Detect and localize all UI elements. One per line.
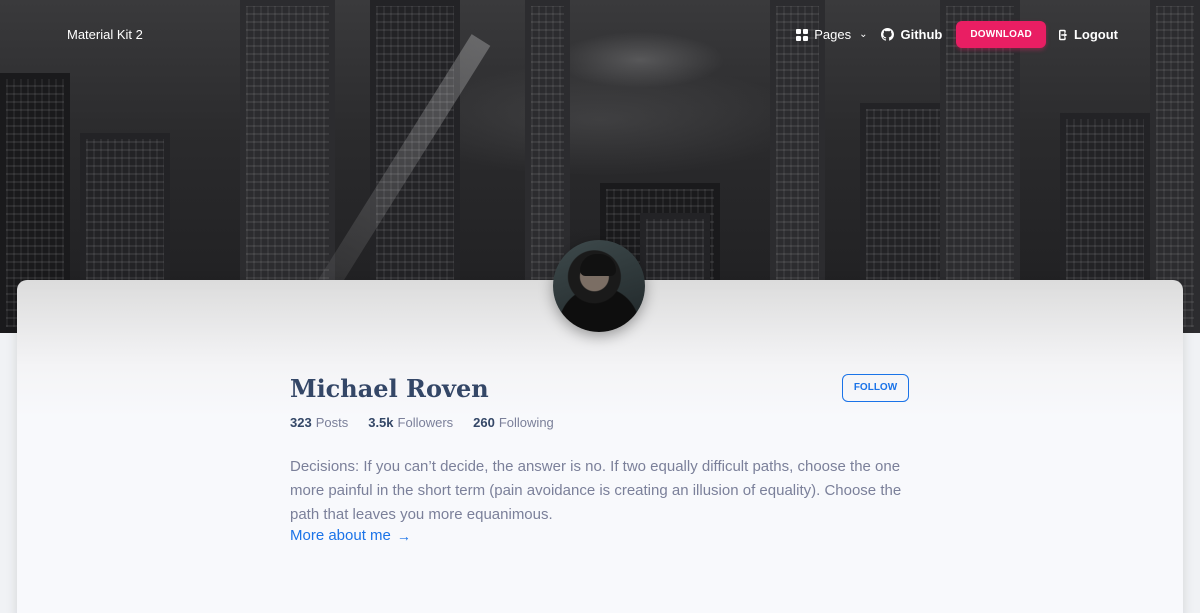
chevron-down-icon: ⌄ (859, 29, 868, 40)
profile-stats: 323 Posts 3.5k Followers 260 Following (290, 415, 574, 430)
stat-value: 323 (290, 415, 312, 430)
profile-bio: Decisions: If you can’t decide, the answ… (290, 458, 902, 523)
stat-label: Posts (315, 415, 349, 430)
stat-value: 3.5k (368, 415, 394, 430)
download-button[interactable]: DOWNLOAD (956, 21, 1046, 48)
follow-button[interactable]: FOLLOW (842, 374, 909, 402)
stat-following: 260 Following (473, 415, 554, 430)
stat-label: Following (498, 415, 554, 430)
avatar (553, 240, 645, 332)
pages-dropdown[interactable]: Pages ⌄ (796, 27, 867, 42)
github-label: Github (900, 27, 943, 42)
grid-icon (796, 28, 809, 41)
brand-link[interactable]: Material Kit 2 (67, 27, 143, 42)
stat-posts: 323 Posts (290, 415, 348, 430)
stat-value: 260 (473, 415, 495, 430)
github-icon (881, 28, 895, 41)
more-about-me-label: More about me (290, 527, 391, 544)
profile-name: Michael Roven (290, 374, 489, 403)
stat-label: Followers (397, 415, 454, 430)
stat-followers: 3.5k Followers (368, 415, 453, 430)
github-link[interactable]: Github (881, 27, 942, 42)
logout-icon (1058, 29, 1068, 40)
more-about-me-link[interactable]: More about me → (290, 527, 411, 544)
pages-label: Pages (814, 27, 852, 42)
navbar: Material Kit 2 Pages ⌄ Github DOWNLOAD L… (0, 0, 1200, 70)
logout-label: Logout (1073, 27, 1118, 42)
arrow-right-icon: → (396, 527, 411, 544)
logout-link[interactable]: Logout (1056, 27, 1118, 42)
navbar-actions: Pages ⌄ Github DOWNLOAD Logout (796, 21, 1118, 48)
